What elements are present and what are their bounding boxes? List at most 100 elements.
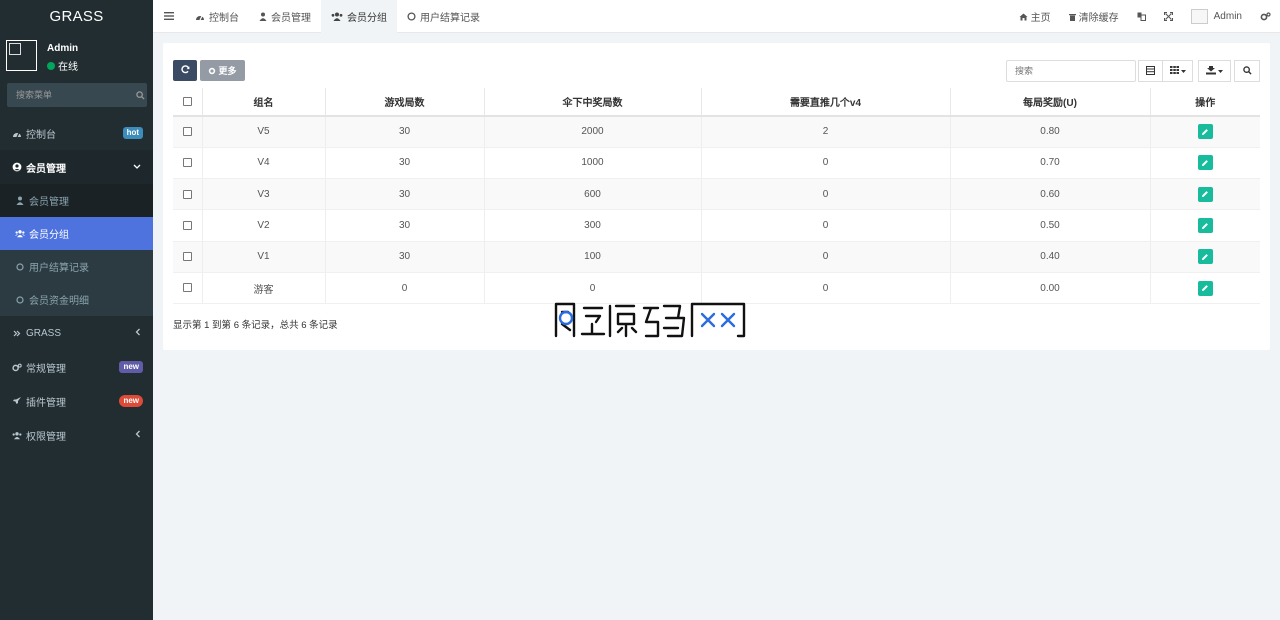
- fullscreen-icon[interactable]: [1155, 0, 1182, 33]
- chevron-left-icon: [135, 328, 141, 338]
- columns-dropdown-button[interactable]: [1162, 60, 1193, 82]
- trash-icon: [1068, 13, 1076, 21]
- sidebar-subitem-label: 用户结算记录: [29, 263, 89, 274]
- user-menu[interactable]: Admin: [1182, 0, 1251, 33]
- language-icon[interactable]: [1128, 0, 1155, 33]
- column-header[interactable]: 组名: [202, 88, 326, 117]
- sidebar-item-member-management[interactable]: 会员管理: [0, 150, 153, 184]
- tab-dashboard[interactable]: 控制台: [185, 0, 249, 33]
- cog-icon: [208, 67, 216, 75]
- export-dropdown-button[interactable]: [1198, 60, 1231, 82]
- sidebar-subitem-member-group[interactable]: 会员分组: [0, 217, 153, 250]
- group-name-cell: V2: [202, 209, 326, 242]
- row-checkbox[interactable]: [182, 127, 192, 137]
- pencil-icon: [1202, 160, 1209, 166]
- sidebar-item-dashboard[interactable]: 控制台 hot: [0, 116, 153, 150]
- more-button[interactable]: 更多: [200, 60, 245, 81]
- toggle-card-view-button[interactable]: [1138, 60, 1163, 82]
- sidebar-item-label: GRASS: [26, 327, 62, 339]
- refresh-button[interactable]: [173, 60, 197, 81]
- row-checkbox[interactable]: [182, 220, 192, 230]
- sidebar-menu: 控制台 hot 会员管理 会员管理 会员分组 用户结算记录 会员资金明细 GRA…: [0, 116, 153, 452]
- dashboard-icon: [195, 12, 205, 21]
- header-right: 主页 清除缓存 Admin: [1010, 0, 1280, 33]
- pencil-icon: [1202, 222, 1209, 229]
- user-status: 在线: [47, 58, 78, 73]
- chevron-left-icon: [135, 430, 141, 440]
- edit-button[interactable]: [1197, 218, 1213, 234]
- user-circle-icon: [12, 162, 22, 172]
- refresh-icon: [180, 65, 190, 76]
- circle-icon: [15, 262, 25, 271]
- pagination-info: 显示第 1 到第 6 条记录，总共 6 条记录: [173, 320, 338, 331]
- menu-toggle-icon[interactable]: [153, 0, 185, 33]
- edit-button[interactable]: [1197, 280, 1213, 296]
- menu-search-input[interactable]: [7, 90, 133, 100]
- edit-button[interactable]: [1197, 249, 1213, 265]
- user-icon: [259, 12, 267, 21]
- clear-cache-label: 清除缓存: [1078, 13, 1119, 24]
- tab-label: 会员分组: [347, 12, 387, 24]
- hot-badge: hot: [122, 127, 143, 139]
- reward-cell: 0.80: [950, 116, 1151, 148]
- row-checkbox[interactable]: [182, 252, 192, 262]
- game-count-cell: 0: [325, 272, 485, 305]
- column-header[interactable]: 伞下中奖局数: [484, 88, 702, 117]
- sidebar-item-general[interactable]: 常规管理 new: [0, 350, 153, 384]
- home-icon: [1019, 13, 1028, 21]
- edit-button[interactable]: [1197, 155, 1213, 171]
- sidebar-subitem-label: 会员管理: [29, 197, 69, 208]
- reward-cell: 0.60: [950, 178, 1151, 211]
- sidebar-item-grass[interactable]: GRASS: [0, 316, 153, 350]
- tab-member-management[interactable]: 会员管理: [249, 0, 321, 33]
- search-icon[interactable]: [133, 83, 147, 107]
- new-badge: new: [119, 361, 143, 373]
- tab-settlement-records[interactable]: 用户结算记录: [397, 0, 490, 33]
- sidebar-subitem-member-list[interactable]: 会员管理: [0, 184, 153, 217]
- online-dot-icon: [47, 61, 55, 70]
- clear-cache-button[interactable]: 清除缓存: [1060, 0, 1128, 33]
- search-button[interactable]: [1234, 60, 1260, 82]
- winning-count-cell: 100: [484, 241, 702, 273]
- pencil-icon: [1202, 128, 1209, 135]
- user-avatar: [1190, 9, 1208, 24]
- table-search-input[interactable]: [1006, 60, 1136, 82]
- sidebar-item-plugins[interactable]: 插件管理 new: [0, 384, 153, 418]
- circle-icon: [15, 295, 25, 304]
- member-group-table: 组名 游戏局数 伞下中奖局数 需要直推几个v4 每局奖励(U) 操作 V5 30…: [173, 88, 1260, 305]
- column-header[interactable]: 每局奖励(U): [950, 88, 1151, 117]
- row-checkbox[interactable]: [182, 158, 192, 168]
- watermark-logo: [554, 302, 746, 338]
- avatar: [6, 40, 37, 71]
- tab-member-group[interactable]: 会员分组: [321, 0, 397, 33]
- group-name-cell: V3: [202, 178, 326, 211]
- settings-cogs-icon[interactable]: [1251, 0, 1280, 33]
- reward-cell: 0.50: [950, 209, 1151, 242]
- sidebar-subitem-settlement-records[interactable]: 用户结算记录: [0, 250, 153, 283]
- user-name: Admin: [47, 43, 79, 54]
- sidebar: GRASS Admin 在线 控制台 hot 会员管理: [0, 0, 153, 620]
- table-row: V4 30 1000 0 0.70: [173, 147, 1260, 180]
- member-submenu: 会员管理 会员分组 用户结算记录 会员资金明细: [0, 184, 153, 316]
- home-link[interactable]: 主页: [1010, 0, 1060, 33]
- row-checkbox[interactable]: [182, 189, 192, 199]
- circle-icon: [407, 11, 416, 21]
- required-v4-cell: 0: [701, 147, 951, 180]
- winning-count-cell: 2000: [484, 116, 702, 148]
- users-icon: [12, 431, 22, 440]
- sidebar-item-permissions[interactable]: 权限管理: [0, 418, 153, 452]
- column-header[interactable]: 游戏局数: [325, 88, 485, 117]
- edit-button[interactable]: [1197, 124, 1213, 140]
- game-count-cell: 30: [325, 147, 485, 180]
- app-logo[interactable]: GRASS: [0, 0, 153, 33]
- required-v4-cell: 0: [701, 209, 951, 242]
- edit-button[interactable]: [1197, 186, 1213, 202]
- column-header[interactable]: 需要直推几个v4: [701, 88, 951, 117]
- row-checkbox[interactable]: [182, 283, 192, 293]
- game-count-cell: 30: [325, 241, 485, 273]
- game-count-cell: 30: [325, 178, 485, 211]
- select-all-checkbox[interactable]: [182, 96, 192, 106]
- sidebar-subitem-fund-details[interactable]: 会员资金明细: [0, 283, 153, 316]
- search-icon: [1242, 65, 1252, 77]
- winning-count-cell: 1000: [484, 147, 702, 180]
